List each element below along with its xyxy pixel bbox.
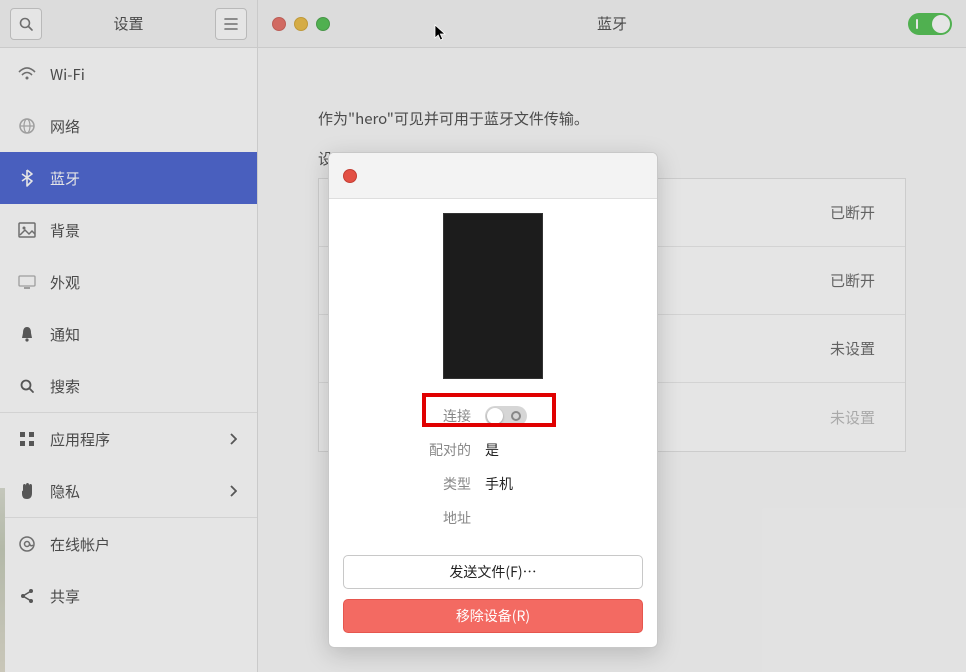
remove-device-button[interactable]: 移除设备(R) (343, 599, 643, 633)
sidebar-item-label: 在线帐户 (50, 534, 110, 555)
sidebar-item-label: 搜索 (50, 376, 80, 397)
sidebar-item-privacy[interactable]: 隐私 (0, 465, 257, 517)
device-status: 已断开 (830, 270, 875, 291)
apps-icon (18, 431, 36, 447)
bluetooth-toggle[interactable] (908, 13, 952, 35)
modal-header (329, 153, 657, 199)
bell-icon (18, 325, 36, 343)
chevron-right-icon (229, 485, 237, 497)
device-image (443, 213, 543, 379)
device-properties: 连接 配对的 是 类型 手机 地址 (329, 399, 657, 535)
device-status: 未设置 (830, 407, 875, 428)
hamburger-icon (224, 18, 238, 30)
sidebar-item-applications[interactable]: 应用程序 (0, 413, 257, 465)
sidebar-item-online-accounts[interactable]: 在线帐户 (0, 518, 257, 570)
share-icon (18, 588, 36, 604)
bluetooth-icon (18, 169, 36, 187)
sidebar-item-appearance[interactable]: 外观 (0, 256, 257, 308)
sidebar-item-background[interactable]: 背景 (0, 204, 257, 256)
sidebar: Wi-Fi 网络 蓝牙 背景 外观 通知 搜索 (0, 48, 258, 672)
connect-toggle[interactable] (485, 406, 527, 426)
menu-button[interactable] (215, 8, 247, 40)
send-file-label: 发送文件(F)… (449, 562, 536, 582)
sidebar-item-label: 蓝牙 (50, 168, 80, 189)
sidebar-item-label: 应用程序 (50, 429, 110, 450)
sidebar-item-label: 网络 (50, 116, 80, 137)
window-minimize-icon[interactable] (294, 17, 308, 31)
window-close-icon[interactable] (272, 17, 286, 31)
search-button[interactable] (10, 8, 42, 40)
globe-icon (18, 117, 36, 135)
sidebar-item-label: 外观 (50, 272, 80, 293)
search-icon (18, 378, 36, 394)
prop-row-paired: 配对的 是 (329, 433, 657, 467)
paired-label: 配对的 (329, 440, 485, 460)
sidebar-title: 设置 (42, 13, 215, 34)
device-status: 未设置 (830, 338, 875, 359)
device-status: 已断开 (830, 202, 875, 223)
at-icon (18, 535, 36, 553)
sidebar-header: 设置 (0, 0, 258, 48)
wallpaper-edge (0, 488, 5, 672)
modal-body: 连接 配对的 是 类型 手机 地址 (329, 199, 657, 535)
sidebar-item-search[interactable]: 搜索 (0, 360, 257, 412)
image-icon (18, 222, 36, 238)
sidebar-item-notifications[interactable]: 通知 (0, 308, 257, 360)
prop-row-type: 类型 手机 (329, 467, 657, 501)
cursor-icon (434, 24, 448, 42)
type-label: 类型 (329, 474, 485, 494)
paired-value: 是 (485, 440, 499, 460)
modal-actions: 发送文件(F)… 移除设备(R) (343, 555, 643, 633)
page-title: 蓝牙 (258, 13, 966, 34)
sidebar-item-label: 隐私 (50, 481, 80, 502)
hand-icon (18, 482, 36, 500)
connect-label: 连接 (329, 406, 485, 426)
sidebar-item-bluetooth[interactable]: 蓝牙 (0, 152, 257, 204)
window-maximize-icon[interactable] (316, 17, 330, 31)
remove-device-label: 移除设备(R) (456, 606, 530, 626)
type-value: 手机 (485, 474, 513, 494)
sidebar-item-sharing[interactable]: 共享 (0, 570, 257, 622)
wifi-icon (18, 67, 36, 81)
search-icon (18, 16, 34, 32)
chevron-right-icon (229, 433, 237, 445)
window-controls (272, 17, 330, 31)
sidebar-item-network[interactable]: 网络 (0, 100, 257, 152)
prop-row-connect: 连接 (329, 399, 657, 433)
prop-row-address: 地址 (329, 501, 657, 535)
sidebar-item-label: 共享 (50, 586, 80, 607)
appearance-icon (18, 275, 36, 289)
sidebar-item-wifi[interactable]: Wi-Fi (0, 48, 257, 100)
send-file-button[interactable]: 发送文件(F)… (343, 555, 643, 589)
visibility-text: 作为"hero"可见并可用于蓝牙文件传输。 (318, 108, 589, 129)
sidebar-item-label: 背景 (50, 220, 80, 241)
main-header: 蓝牙 (258, 0, 966, 48)
device-details-modal: 连接 配对的 是 类型 手机 地址 发 (328, 152, 658, 648)
sidebar-item-label: Wi-Fi (50, 64, 85, 85)
address-label: 地址 (329, 508, 485, 528)
sidebar-item-label: 通知 (50, 324, 80, 345)
modal-close-icon[interactable] (343, 169, 357, 183)
